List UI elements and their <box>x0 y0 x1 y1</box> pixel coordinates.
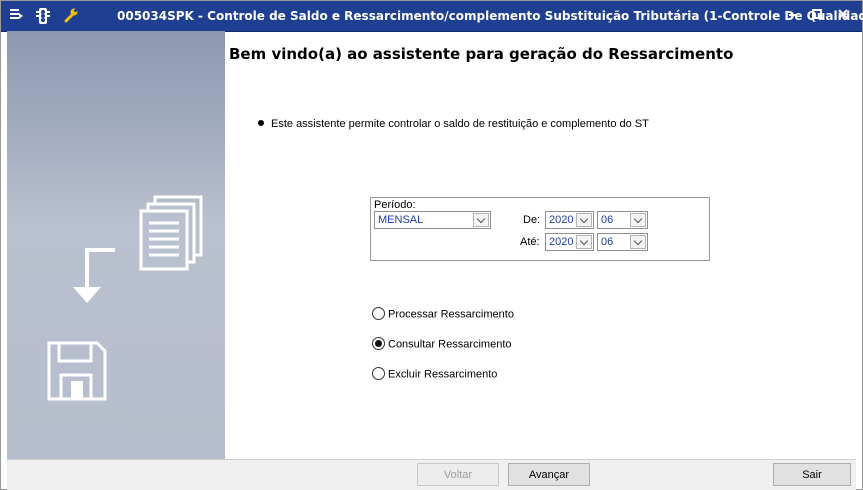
radio-circle-selected[interactable] <box>372 337 385 350</box>
radio-delete-label: Excluir Ressarcimento <box>388 368 498 381</box>
from-label: De: <box>523 214 541 226</box>
wizard-button-bar: Voltar Avançar Sair <box>7 459 856 490</box>
to-month-value: 06 <box>601 236 614 248</box>
radio-circle[interactable] <box>372 367 385 380</box>
period-group: Período: MENSAL De: 2020 06 Até: 2020 06 <box>370 197 710 261</box>
maximize-icon[interactable] <box>807 7 827 25</box>
radio-process[interactable]: Processar Ressarcimento <box>372 307 514 321</box>
wizard-title: Bem vindo(a) ao assistente para geração … <box>229 45 734 63</box>
traffic-light-icon[interactable] <box>34 7 52 25</box>
chevron-down-icon[interactable] <box>576 213 592 227</box>
period-type-value: MENSAL <box>378 214 424 226</box>
radio-consult[interactable]: Consultar Ressarcimento <box>372 337 512 351</box>
wizard-description-text: Este assistente permite controlar o sald… <box>271 118 649 130</box>
period-type-select[interactable]: MENSAL <box>374 211 491 229</box>
radio-consult-label: Consultar Ressarcimento <box>388 338 512 351</box>
from-year-select[interactable]: 2020 <box>545 211 594 229</box>
bullet-icon <box>258 120 264 127</box>
chevron-down-icon[interactable] <box>473 213 489 227</box>
radio-process-label: Processar Ressarcimento <box>388 308 514 321</box>
from-month-select[interactable]: 06 <box>597 211 648 229</box>
title-bar[interactable]: 005034SPK - Controle de Saldo e Ressarci… <box>1 1 863 32</box>
from-year-value: 2020 <box>549 214 574 226</box>
documents-icon <box>139 195 203 271</box>
wrench-icon[interactable] <box>62 7 80 25</box>
floppy-disk-icon <box>47 341 107 401</box>
to-month-select[interactable]: 06 <box>597 233 648 251</box>
wizard-description: Este assistente permite controlar o sald… <box>258 118 649 130</box>
to-year-select[interactable]: 2020 <box>545 233 594 251</box>
window-title: 005034SPK - Controle de Saldo e Ressarci… <box>117 9 863 23</box>
chevron-down-icon[interactable] <box>630 213 646 227</box>
radio-circle[interactable] <box>372 307 385 320</box>
exit-button[interactable]: Sair <box>773 463 851 486</box>
from-month-value: 06 <box>601 214 614 226</box>
close-icon[interactable] <box>833 7 853 25</box>
next-button[interactable]: Avançar <box>508 463 590 486</box>
arrow-down-icon <box>73 248 115 303</box>
radio-delete[interactable]: Excluir Ressarcimento <box>372 367 498 381</box>
chevron-down-icon[interactable] <box>630 235 646 249</box>
back-button[interactable]: Voltar <box>417 463 499 486</box>
chevron-down-icon[interactable] <box>576 235 592 249</box>
to-label: Até: <box>520 236 540 248</box>
minimize-icon[interactable] <box>783 7 803 25</box>
to-year-value: 2020 <box>549 236 574 248</box>
period-label: Período: <box>374 199 416 211</box>
menu-icon[interactable] <box>7 7 25 25</box>
application-window: 005034SPK - Controle de Saldo e Ressarci… <box>0 0 863 490</box>
wizard-sidebar <box>7 31 225 459</box>
